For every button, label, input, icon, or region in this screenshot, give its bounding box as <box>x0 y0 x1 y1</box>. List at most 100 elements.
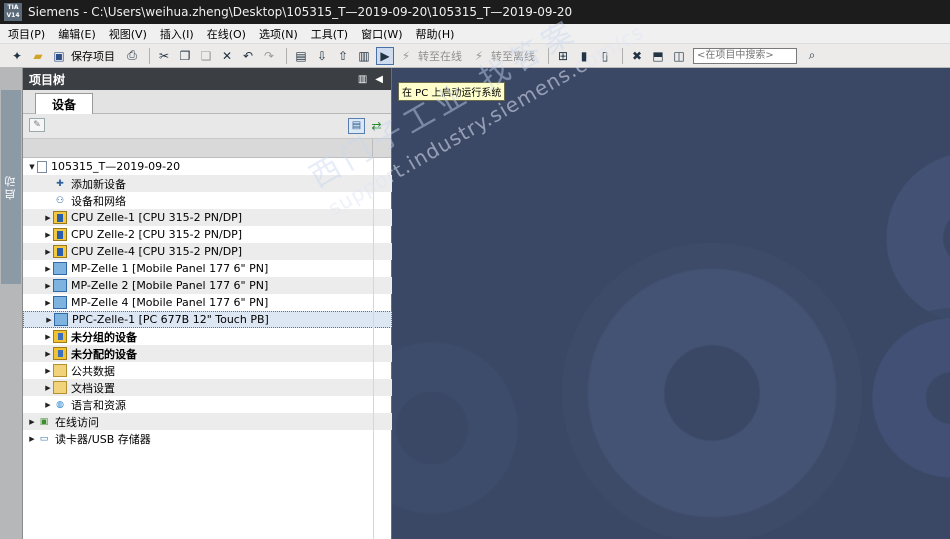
expand-arrow-icon[interactable]: ▶ <box>43 384 53 392</box>
network-icon: ⚇ <box>55 195 65 206</box>
toolbar-divider <box>548 47 549 64</box>
tree-row[interactable]: ✚ 添加新设备 <box>23 175 392 192</box>
tab-devices[interactable]: 设备 <box>35 93 93 114</box>
toolbar-divider <box>622 47 623 64</box>
start-runtime-tooltip: 在 PC 上启动运行系统 <box>398 82 506 101</box>
split-horizontal-icon[interactable]: ⬒ <box>649 47 667 65</box>
simulation-icon[interactable]: ▥ <box>355 47 373 65</box>
expand-arrow-icon[interactable]: ▶ <box>27 418 37 426</box>
expand-arrow-icon[interactable]: ▶ <box>43 367 53 375</box>
tree-row[interactable]: ▶ MP-Zelle 4 [Mobile Panel 177 6" PN] <box>23 294 392 311</box>
tree-row-label: MP-Zelle 4 [Mobile Panel 177 6" PN] <box>71 296 269 309</box>
tree-row[interactable]: ▶ ◍ 语言和资源 <box>23 396 392 413</box>
portal-view-tab[interactable]: 启动 <box>1 90 21 284</box>
tree-row[interactable]: ▶ 文档设置 <box>23 379 392 396</box>
menu-insert[interactable]: 插入(I) <box>160 26 194 42</box>
work-area: 在 PC 上启动运行系统 <box>392 68 950 539</box>
collapse-arrow-icon[interactable]: ▼ <box>27 163 37 171</box>
tree-row-label: 语言和资源 <box>71 398 126 412</box>
tree-row[interactable]: ▶ ▭ 读卡器/USB 存储器 <box>23 430 392 447</box>
collapse-panel-icon[interactable]: ◀ <box>375 74 383 85</box>
redo-icon[interactable]: ↷ <box>260 47 278 65</box>
new-group-icon[interactable]: ✎ <box>29 118 45 132</box>
tree-row[interactable]: ▶ CPU Zelle-4 [CPU 315-2 PN/DP] <box>23 243 392 260</box>
upload-icon[interactable]: ⇧ <box>334 47 352 65</box>
tree-row-label: MP-Zelle 1 [Mobile Panel 177 6" PN] <box>71 262 269 275</box>
add-device-icon: ✚ <box>56 178 64 189</box>
details-view-icon[interactable]: ▤ <box>348 118 365 134</box>
cross-reference-icon[interactable]: ✖ <box>628 47 646 65</box>
print-icon[interactable]: ⎙ <box>123 47 141 65</box>
expand-arrow-icon[interactable]: ▶ <box>43 214 53 222</box>
tree-row[interactable]: ▶ 未分组的设备 <box>23 328 392 345</box>
tree-row-label: 添加新设备 <box>71 177 126 191</box>
compile-icon[interactable]: ▤ <box>292 47 310 65</box>
expand-arrow-icon[interactable]: ▶ <box>43 282 53 290</box>
toolbar-divider <box>149 47 150 64</box>
tree-row-label: 公共数据 <box>71 364 115 378</box>
split-vertical-icon[interactable]: ◫ <box>670 47 688 65</box>
new-project-icon[interactable]: ✦ <box>8 47 26 65</box>
cut-icon[interactable]: ✂ <box>155 47 173 65</box>
undo-icon[interactable]: ↶ <box>239 47 257 65</box>
cpu-icon <box>53 245 67 258</box>
hmi-icon <box>53 262 67 275</box>
menu-online[interactable]: 在线(O) <box>207 26 246 42</box>
start-cpu-icon[interactable]: ▮ <box>575 47 593 65</box>
common-data-icon <box>53 364 67 377</box>
expand-arrow-icon[interactable]: ▶ <box>44 316 54 324</box>
tree-row[interactable]: ▶ 公共数据 <box>23 362 392 379</box>
tree-row[interactable]: ▼ 105315_T—2019-09-20 <box>23 158 392 175</box>
pc-icon <box>54 313 68 326</box>
accessible-devices-icon[interactable]: ⊞ <box>554 47 572 65</box>
tree-row[interactable]: ▶ PPC-Zelle-1 [PC 677B 12" Touch PB] <box>23 311 392 328</box>
tree-row-label: CPU Zelle-1 [CPU 315-2 PN/DP] <box>71 211 243 224</box>
search-icon[interactable]: ⌕ <box>803 47 821 65</box>
paste-icon[interactable]: ❏ <box>197 47 215 65</box>
save-project-button[interactable]: 保存项目 <box>71 48 115 64</box>
start-runtime-icon[interactable]: ▶ <box>376 46 394 65</box>
portal-view-label: 启动 <box>4 174 17 200</box>
menu-project[interactable]: 项目(P) <box>8 26 45 42</box>
expand-arrow-icon[interactable]: ▶ <box>43 265 53 273</box>
expand-arrow-icon[interactable]: ▶ <box>43 350 53 358</box>
refresh-tree-icon[interactable]: ⇄ <box>368 118 385 134</box>
go-online-button[interactable]: 转至在线 <box>418 48 462 64</box>
portal-rail: 启动 <box>0 68 23 539</box>
tree-row[interactable]: ▶ MP-Zelle 2 [Mobile Panel 177 6" PN] <box>23 277 392 294</box>
tree-row[interactable]: ⚇ 设备和网络 <box>23 192 392 209</box>
menu-options[interactable]: 选项(N) <box>259 26 298 42</box>
copy-icon[interactable]: ❐ <box>176 47 194 65</box>
go-offline-icon[interactable]: ⚡ <box>470 47 488 65</box>
menu-tools[interactable]: 工具(T) <box>311 26 348 42</box>
cpu-icon <box>53 211 67 224</box>
delete-icon[interactable]: ✕ <box>218 47 236 65</box>
panel-layout-icon[interactable]: ▥ <box>358 74 367 85</box>
expand-arrow-icon[interactable]: ▶ <box>27 435 37 443</box>
expand-arrow-icon[interactable]: ▶ <box>43 401 53 409</box>
tree-row[interactable]: ▶ MP-Zelle 1 [Mobile Panel 177 6" PN] <box>23 260 392 277</box>
expand-arrow-icon[interactable]: ▶ <box>43 333 53 341</box>
language-icon: ◍ <box>56 399 64 410</box>
card-reader-icon: ▭ <box>39 433 49 444</box>
tree-row[interactable]: ▶ 未分配的设备 <box>23 345 392 362</box>
menu-view[interactable]: 视图(V) <box>109 26 147 42</box>
menu-window[interactable]: 窗口(W) <box>361 26 402 42</box>
expand-arrow-icon[interactable]: ▶ <box>43 231 53 239</box>
menu-edit[interactable]: 编辑(E) <box>58 26 96 42</box>
background-gear-graphic <box>392 328 532 528</box>
go-offline-button[interactable]: 转至离线 <box>491 48 535 64</box>
tree-row[interactable]: ▶ CPU Zelle-1 [CPU 315-2 PN/DP] <box>23 209 392 226</box>
open-project-icon[interactable]: ▰ <box>29 47 47 65</box>
expand-arrow-icon[interactable]: ▶ <box>43 248 53 256</box>
stop-cpu-icon[interactable]: ▯ <box>596 47 614 65</box>
expand-arrow-icon[interactable]: ▶ <box>43 299 53 307</box>
download-icon[interactable]: ⇩ <box>313 47 331 65</box>
tree-row[interactable]: ▶ CPU Zelle-2 [CPU 315-2 PN/DP] <box>23 226 392 243</box>
save-icon[interactable]: ▣ <box>50 47 68 65</box>
background-gear-graphic <box>862 308 950 488</box>
project-search-input[interactable] <box>693 47 797 64</box>
menu-help[interactable]: 帮助(H) <box>416 26 455 42</box>
go-online-icon[interactable]: ⚡ <box>397 47 415 65</box>
tree-row[interactable]: ▶ ▣ 在线访问 <box>23 413 392 430</box>
